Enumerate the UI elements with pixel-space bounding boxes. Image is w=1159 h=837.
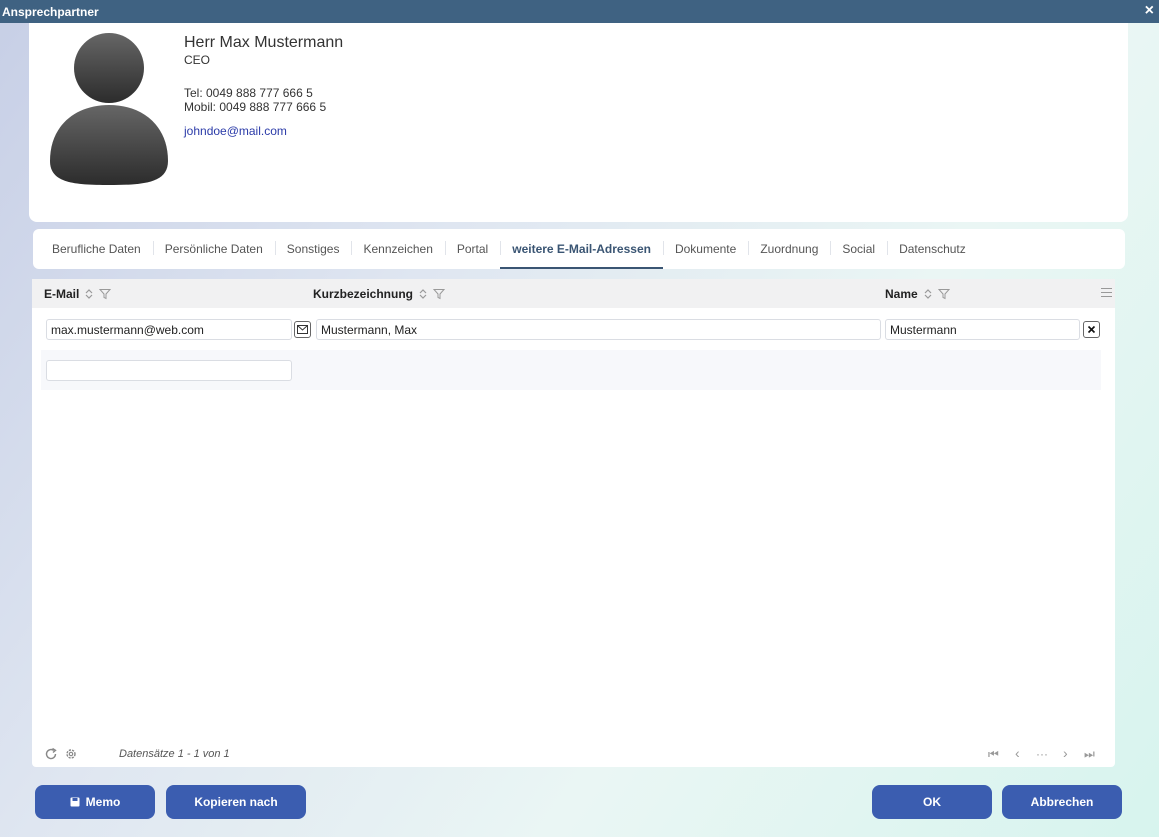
gear-icon[interactable]	[64, 747, 78, 761]
new-row	[41, 350, 1101, 390]
more-pages-button[interactable]: ···	[1036, 747, 1048, 761]
column-header-name[interactable]: Name	[885, 279, 950, 308]
email-field[interactable]	[46, 319, 292, 340]
grid-footer: Datensätze 1 - 1 von 1 ⏮ ‹ ··· › ⏭	[32, 743, 1115, 767]
tab-bar: Berufliche Daten Persönliche Daten Sonst…	[33, 229, 1125, 269]
sort-icon[interactable]	[922, 288, 934, 300]
first-page-button[interactable]: ⏮	[988, 747, 999, 761]
refresh-icon[interactable]	[44, 747, 58, 761]
contact-role: CEO	[184, 53, 211, 67]
tab-datenschutz[interactable]: Datenschutz	[887, 229, 978, 269]
memo-label: Memo	[85, 795, 121, 809]
menu-icon[interactable]	[1101, 288, 1112, 298]
tab-sonstiges[interactable]: Sonstiges	[274, 229, 352, 269]
contact-email-link[interactable]: johndoe@mail.com	[184, 124, 343, 138]
column-header-kurz[interactable]: Kurzbezeichnung	[313, 279, 446, 308]
next-page-button[interactable]: ›	[1063, 745, 1068, 761]
tab-zuordnung[interactable]: Zuordnung	[748, 229, 830, 269]
memo-button[interactable]: Memo	[35, 785, 155, 819]
email-grid: E-Mail Kurzbezeichnung Name max.musterma…	[32, 279, 1115, 767]
cancel-label: Abbrechen	[1030, 795, 1094, 809]
record-status: Datensätze 1 - 1 von 1	[119, 748, 230, 760]
tab-portal[interactable]: Portal	[444, 229, 500, 269]
new-email-field[interactable]	[46, 360, 292, 381]
column-kurz-label: Kurzbezeichnung	[313, 286, 414, 301]
contact-name: Herr Max Mustermann	[184, 34, 344, 51]
tab-berufliche-daten[interactable]: Berufliche Daten	[40, 229, 153, 269]
ok-button[interactable]: OK	[872, 785, 992, 819]
kurzbezeichnung-field[interactable]	[316, 319, 881, 340]
last-page-button[interactable]: ⏭	[1084, 747, 1095, 761]
name-field[interactable]	[885, 319, 1080, 340]
floppy-disk-icon	[70, 797, 80, 807]
column-name-label: Name	[885, 286, 918, 301]
tab-dokumente[interactable]: Dokumente	[662, 229, 748, 269]
contact-details: Herr Max Mustermann CEO Tel: 0049 888 77…	[184, 34, 343, 138]
tab-kennzeichen[interactable]: Kennzeichen	[351, 229, 444, 269]
copy-to-label: Kopieren nach	[194, 795, 278, 809]
ok-label: OK	[923, 795, 941, 809]
sort-icon[interactable]	[417, 288, 429, 300]
column-header-email[interactable]: E-Mail	[44, 279, 112, 308]
tab-persoenliche-daten[interactable]: Persönliche Daten	[152, 229, 275, 269]
grid-header: E-Mail Kurzbezeichnung Name	[32, 279, 1115, 308]
contact-tel: Tel: 0049 888 777 666 5	[184, 86, 313, 100]
copy-to-button[interactable]: Kopieren nach	[166, 785, 306, 819]
column-email-label: E-Mail	[44, 286, 80, 301]
filter-icon[interactable]	[937, 288, 950, 300]
tab-weitere-email-adressen[interactable]: weitere E-Mail-Adressen	[500, 229, 663, 269]
cancel-button[interactable]: Abbrechen	[1002, 785, 1122, 819]
table-row	[32, 316, 1115, 342]
contact-card: Herr Max Mustermann CEO Tel: 0049 888 77…	[29, 23, 1128, 222]
window-titlebar: Ansprechpartner ×	[0, 0, 1159, 23]
envelope-icon[interactable]	[294, 321, 311, 338]
filter-icon[interactable]	[433, 288, 446, 300]
sort-icon[interactable]	[83, 288, 95, 300]
avatar-icon	[50, 33, 168, 185]
filter-icon[interactable]	[99, 288, 112, 300]
window-title: Ansprechpartner	[2, 4, 99, 19]
prev-page-button[interactable]: ‹	[1015, 745, 1020, 761]
close-box-icon[interactable]	[1083, 321, 1100, 338]
close-icon[interactable]: ×	[1145, 2, 1154, 20]
tab-social[interactable]: Social	[830, 229, 887, 269]
contact-mobil: Mobil: 0049 888 777 666 5	[184, 100, 327, 114]
